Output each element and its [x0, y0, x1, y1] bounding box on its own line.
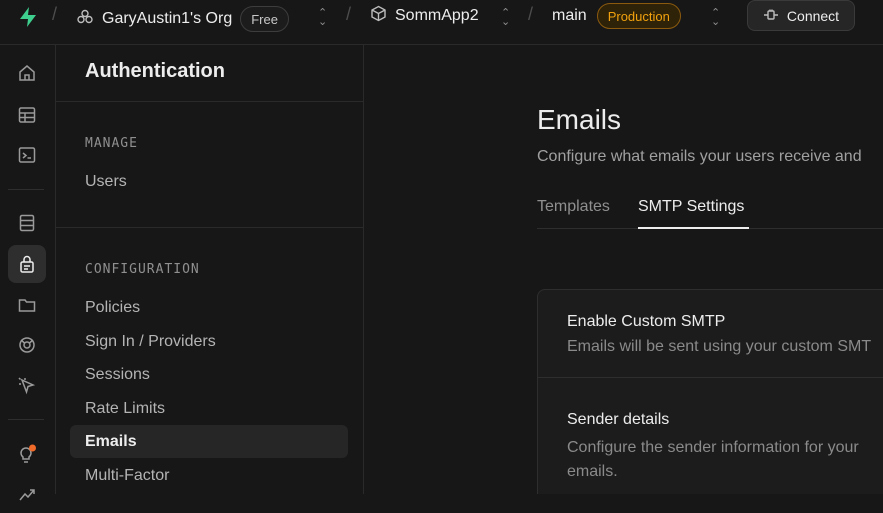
card-divider [538, 377, 883, 378]
home-icon[interactable] [8, 54, 46, 92]
sender-details-description-line1: Configure the sender information for you… [567, 439, 859, 456]
breadcrumb-separator: / [528, 4, 534, 24]
menu-section-manage: MANAGE [85, 136, 138, 151]
org-icon [76, 8, 94, 31]
page-subtitle: Configure what emails your users receive… [537, 148, 862, 165]
sender-details-description-line2: emails. [567, 463, 618, 480]
menu-item-emails[interactable]: Emails [85, 433, 137, 451]
connect-button[interactable]: Connect [747, 0, 855, 31]
storage-icon[interactable] [8, 286, 46, 324]
menu-section-configuration: CONFIGURATION [85, 262, 200, 277]
plug-icon [763, 8, 779, 24]
main-content: Emails Configure what emails your users … [364, 45, 883, 494]
breadcrumb-separator: / [346, 4, 352, 24]
table-editor-icon[interactable] [8, 96, 46, 134]
auth-icon[interactable] [8, 245, 46, 283]
reports-icon[interactable] [8, 475, 46, 513]
icon-rail [0, 45, 56, 501]
project-switcher[interactable]: SommApp2 [370, 5, 479, 27]
sql-editor-icon[interactable] [8, 136, 46, 174]
branch-switcher[interactable]: main Production [552, 3, 681, 29]
tab-smtp-settings[interactable]: SMTP Settings [638, 198, 744, 216]
pointer-icon[interactable] [8, 367, 46, 405]
menu-item-sessions[interactable]: Sessions [85, 366, 150, 384]
auth-menu: Authentication MANAGE Users CONFIGURATIO… [56, 45, 364, 494]
menu-item-users[interactable]: Users [85, 173, 127, 191]
org-chevron-updown-icon[interactable]: ⌃ ⌄ [318, 8, 327, 28]
rail-divider [8, 189, 44, 190]
realtime-icon[interactable] [8, 326, 46, 364]
enable-custom-smtp-description: Emails will be sent using your custom SM… [567, 338, 872, 355]
sender-details-title: Sender details [567, 411, 670, 428]
breadcrumb-separator: / [52, 4, 58, 24]
advisors-notification-icon [29, 444, 36, 452]
menu-item-policies[interactable]: Policies [85, 299, 140, 317]
supabase-logo-icon[interactable] [16, 5, 40, 29]
project-chevron-updown-icon[interactable]: ⌃ ⌄ [501, 8, 510, 28]
menu-item-multi-factor[interactable]: Multi-Factor [85, 467, 169, 485]
rail-divider [8, 419, 44, 420]
active-tab-indicator [638, 227, 749, 229]
project-box-icon [370, 5, 387, 27]
menu-title: Authentication [85, 60, 225, 82]
page-title: Emails [537, 104, 622, 135]
branch-chevron-updown-icon[interactable]: ⌃ ⌄ [711, 8, 720, 28]
smtp-settings-card: Enable Custom SMTP Emails will be sent u… [537, 289, 883, 494]
org-plan-badge: Free [240, 6, 289, 32]
org-name: GaryAustin1's Org [102, 10, 233, 27]
top-bar: / GaryAustin1's Org Free ⌃ ⌄ / SommApp2 ⌃… [0, 0, 883, 45]
menu-divider [56, 227, 363, 228]
connect-label: Connect [786, 7, 840, 24]
menu-item-rate-limits[interactable]: Rate Limits [85, 400, 165, 418]
menu-divider [56, 101, 363, 102]
enable-custom-smtp-title: Enable Custom SMTP [567, 313, 726, 330]
menu-item-sign-in-providers[interactable]: Sign In / Providers [85, 333, 216, 351]
tab-templates[interactable]: Templates [537, 198, 610, 216]
branch-name: main [552, 7, 587, 24]
database-icon[interactable] [8, 204, 46, 242]
advisors-icon[interactable] [8, 435, 46, 473]
project-name: SommApp2 [395, 7, 479, 24]
org-switcher[interactable]: GaryAustin1's Org Free [76, 6, 289, 32]
branch-env-badge: Production [596, 3, 681, 29]
